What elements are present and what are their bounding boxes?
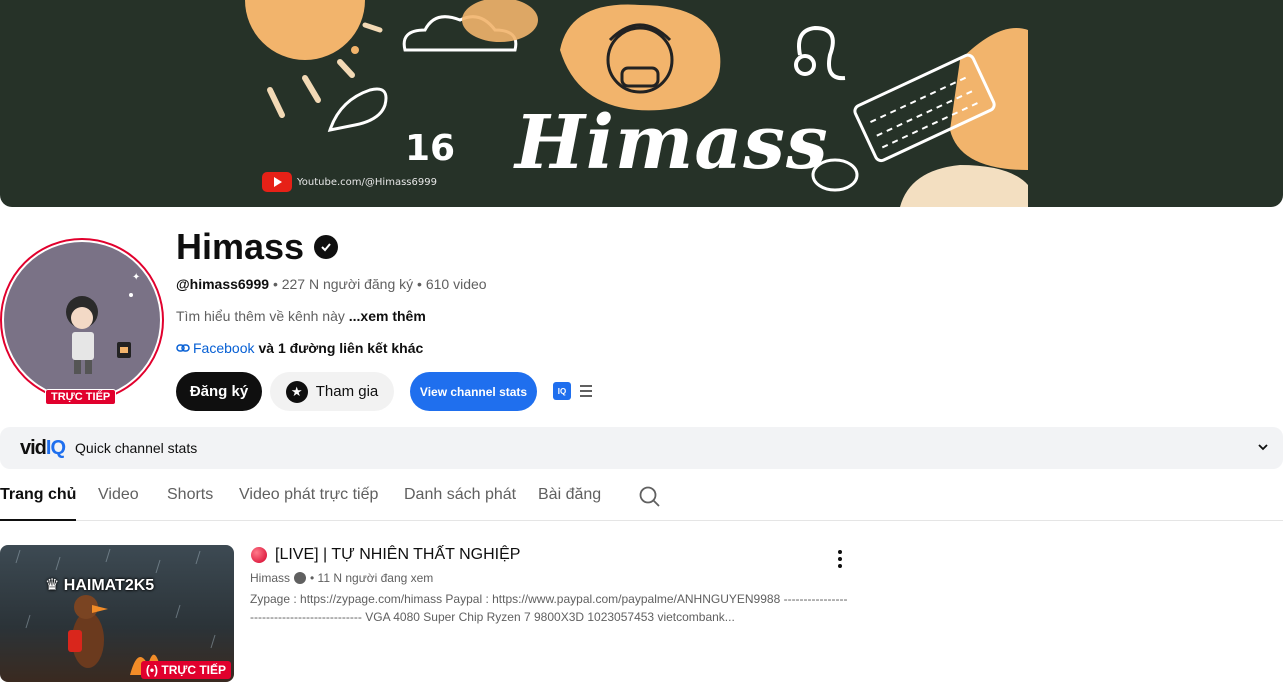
video-thumbnail[interactable]: ♛ HAIMAT2K5 (•) TRỰC TIẾP: [0, 545, 234, 682]
live-dot-icon: [251, 547, 267, 563]
banner-youtube-text: Youtube.com/@Himass6999: [297, 176, 437, 188]
video-channel-name[interactable]: Himass: [250, 571, 290, 585]
join-label: Tham gia: [315, 383, 379, 400]
tab-posts[interactable]: Bài đăng: [538, 486, 601, 519]
quick-stats-label: Quick channel stats: [75, 440, 198, 456]
link-icon: [176, 344, 190, 352]
vidiq-logo: vidIQ: [20, 436, 66, 459]
tab-live[interactable]: Video phát trực tiếp: [239, 486, 378, 519]
banner-youtube-link: Youtube.com/@Himass6999: [262, 172, 437, 192]
video-description: Zypage : https://zypage.com/himass Paypa…: [250, 592, 848, 624]
channel-handle: @himass6999: [176, 276, 270, 292]
channel-name: Himass: [176, 226, 339, 268]
see-more-link[interactable]: ...xem thêm: [349, 308, 426, 324]
thumbnail-title: ♛ HAIMAT2K5: [45, 577, 155, 594]
vidiq-icon[interactable]: IQ: [553, 382, 571, 400]
facebook-link-text: Facebook: [193, 340, 255, 356]
vidiq-quick-stats-bar[interactable]: vidIQ Quick channel stats: [0, 427, 1283, 469]
verified-check-icon: [314, 235, 339, 259]
video-meta: Himass • 11 N người đang xem: [250, 571, 433, 585]
thumbnail-live-badge: (•) TRỰC TIẾP: [140, 661, 231, 679]
facebook-link[interactable]: Facebook: [176, 340, 254, 356]
chevron-down-icon[interactable]: [1257, 441, 1269, 456]
channel-name-text: Himass: [176, 226, 305, 267]
channel-tabs: Trang chủ Video Shorts Video phát trực t…: [0, 478, 1283, 521]
subscriber-count: 227 N người đăng ký: [281, 276, 414, 292]
more-links[interactable]: và 1 đường liên kết khác: [258, 340, 423, 356]
tab-videos[interactable]: Video: [98, 486, 139, 519]
channel-links: Facebook và 1 đường liên kết khác: [176, 340, 423, 356]
view-channel-stats-button[interactable]: View channel stats: [410, 372, 537, 411]
video-title-text: [LIVE] | TỰ NHIÊN THẤT NGHIỆP: [275, 546, 521, 563]
viewer-count: • 11 N người đang xem: [310, 571, 434, 585]
channel-avatar[interactable]: ✦: [0, 238, 164, 402]
search-icon[interactable]: [639, 486, 661, 513]
svg-text:✦: ✦: [132, 272, 140, 283]
banner-number: 16: [405, 128, 455, 169]
video-count: 610 video: [425, 276, 487, 292]
tab-shorts[interactable]: Shorts: [167, 486, 213, 519]
subscribe-button[interactable]: Đăng ký: [176, 372, 262, 411]
join-button[interactable]: ★ Tham gia: [270, 372, 394, 411]
video-title[interactable]: [LIVE] | TỰ NHIÊN THẤT NGHIỆP: [251, 546, 520, 564]
hamburger-menu-icon[interactable]: [580, 385, 592, 397]
channel-about[interactable]: Tìm hiểu thêm về kênh này ...xem thêm: [176, 308, 426, 324]
banner-title: Himass: [515, 100, 829, 186]
channel-meta: @himass6999 • 227 N người đăng ký • 610 …: [176, 276, 487, 292]
more-options-icon[interactable]: [836, 550, 844, 568]
channel-banner: 16 Himass Youtube.com/@Himass6999: [0, 0, 1283, 207]
star-icon: ★: [285, 380, 308, 403]
tab-home[interactable]: Trang chủ: [0, 486, 77, 521]
about-text: Tìm hiểu thêm về kênh này: [176, 308, 345, 324]
verified-small-icon: [294, 572, 307, 584]
youtube-logo-icon: [262, 172, 292, 192]
avatar-live-badge: TRỰC TIẾP: [45, 389, 117, 405]
tab-playlists[interactable]: Danh sách phát: [404, 486, 516, 519]
avatar-character-icon: ✦: [66, 272, 140, 374]
